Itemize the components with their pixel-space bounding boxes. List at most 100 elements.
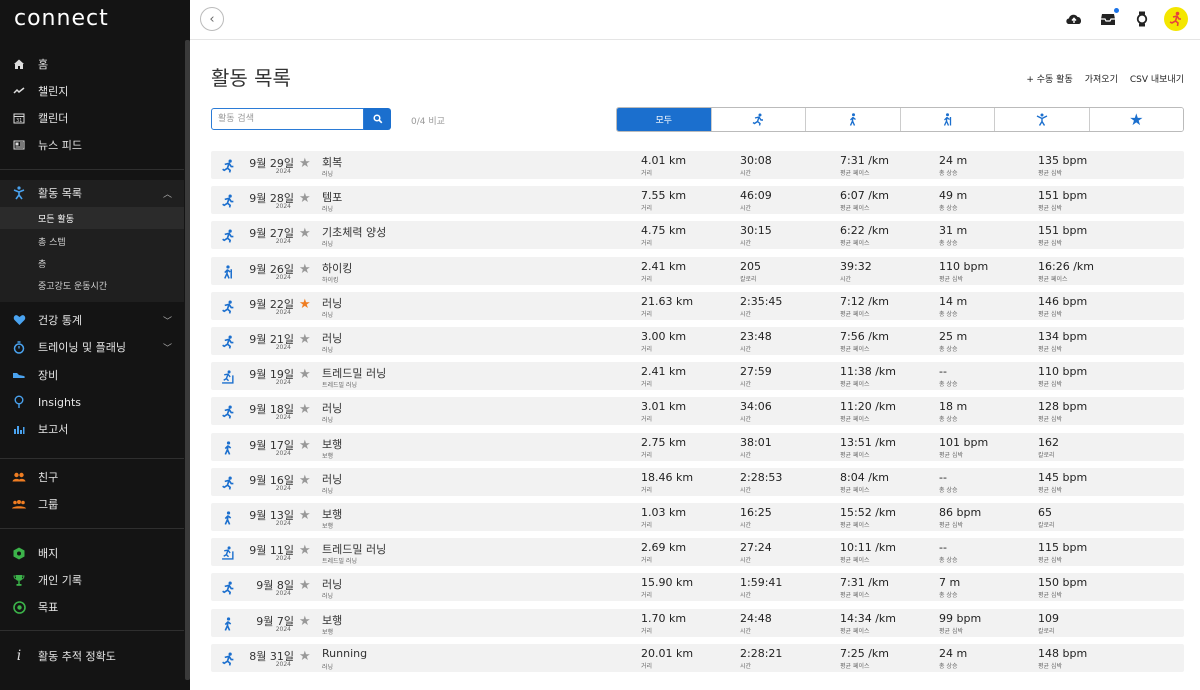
favorite-star-icon[interactable]: ★ (299, 614, 311, 629)
favorite-star-icon[interactable]: ★ (299, 297, 311, 312)
activity-row[interactable]: 9월 13일 2024 ★ 보행 보행 1.03 km 거리 16:25 시간 15:52 /km… (211, 503, 1184, 531)
favorite-star-icon[interactable]: ★ (299, 579, 311, 593)
activity-stat: 14:34 /km 평균 페이스 (840, 612, 896, 635)
connect-logo[interactable]: connect (14, 6, 109, 31)
stat-value: 39:32 (840, 259, 872, 273)
activity-name-link[interactable]: 러닝 (322, 471, 342, 487)
search-box (211, 108, 391, 130)
sidebar-item-groups[interactable]: 그룹 (0, 491, 184, 517)
sidebar-item-goals[interactable]: 목표 (0, 594, 184, 620)
sidebar-item-label: 활동 추적 정확도 (38, 650, 116, 663)
filter-running[interactable] (711, 108, 806, 131)
favorite-star-icon[interactable]: ★ (299, 473, 311, 488)
search-input[interactable] (211, 108, 364, 130)
activity-name-link[interactable]: 하이킹 (322, 260, 352, 276)
sidebar-item-activities[interactable]: 활동 목록 ︿ (0, 180, 184, 206)
favorite-star-icon[interactable]: ★ (299, 227, 311, 241)
sidebar-item-personal-records[interactable]: 개인 기록 (0, 567, 184, 593)
activity-row[interactable]: 9월 19일 2024 ★ 트레드밀 러닝 트레드밀 러닝 2.41 km 거리 27:59 시… (211, 362, 1184, 391)
filter-walking[interactable] (806, 108, 901, 131)
stat-value: 38:01 (740, 435, 772, 449)
activity-row[interactable]: 9월 21일 2024 ★ 러닝 러닝 3.00 km 거리 23:48 시간 7:56 /km 평… (211, 327, 1184, 355)
csv-export-link[interactable]: CSV 내보내기 (1130, 72, 1184, 85)
favorite-star-icon[interactable]: ★ (299, 368, 311, 382)
activity-row[interactable]: 9월 16일 2024 ★ 러닝 러닝 18.46 km 거리 2:28:53 시간 8:04 /… (211, 467, 1184, 496)
avatar[interactable] (1164, 7, 1188, 31)
import-link[interactable]: 가져오기 (1085, 72, 1118, 85)
activity-stat: 151 bpm 평균 심박 (1038, 189, 1087, 212)
activity-row[interactable]: 8월 31일 2024 ★ Running 러닝 20.01 km 거리 2:28:21 시간 7… (211, 643, 1184, 672)
stat-value: 14:34 /km (840, 611, 896, 625)
activity-row[interactable]: 9월 27일 2024 ★ 기초체력 양성 러닝 4.75 km 거리 30:15 시간 6:22… (211, 221, 1184, 250)
sidebar-item-home[interactable]: 홈 (0, 51, 184, 77)
activity-row[interactable]: 9월 22일 2024 ★ 러닝 러닝 21.63 km 거리 2:35:45 시간 7:12 /… (211, 291, 1184, 320)
activity-row[interactable]: 9월 8일 2024 ★ 러닝 러닝 15.90 km 거리 1:59:41 시간 7:31 /k… (211, 573, 1184, 602)
filter-favorites[interactable]: ★ (1089, 108, 1183, 131)
sidebar-subitem-floors[interactable]: 층 (0, 252, 184, 274)
activity-row[interactable]: 9월 29일 2024 ★ 회복 러닝 4.01 km 거리 30:08 시간 7:31 /km 평… (211, 151, 1184, 179)
sidebar-subitem-all-activities[interactable]: 모든 활동 (0, 207, 184, 229)
search-button[interactable] (364, 108, 391, 130)
activity-name-link[interactable]: 보행 (322, 612, 342, 628)
favorite-star-icon[interactable]: ★ (299, 262, 311, 277)
sidebar-item-badges[interactable]: 배지 (0, 540, 184, 566)
filter-other[interactable] (995, 108, 1090, 131)
activity-row[interactable]: 9월 17일 2024 ★ 보행 보행 2.75 km 거리 38:01 시간 13:51 /km… (211, 432, 1184, 461)
sidebar-item-label: 건강 통계 (38, 314, 82, 327)
favorite-star-icon[interactable]: ★ (299, 649, 311, 664)
activity-stat: 49 m 총 상승 (939, 189, 967, 212)
activity-row[interactable]: 9월 7일 2024 ★ 보행 보행 1.70 km 거리 24:48 시간 14:34 /km 평… (211, 608, 1184, 637)
filter-hiking[interactable] (900, 108, 995, 131)
activity-name-link[interactable]: 보행 (322, 436, 342, 452)
activity-stat: 15:52 /km 평균 페이스 (840, 506, 896, 529)
watch-icon[interactable] (1132, 9, 1152, 29)
sidebar-item-tracking-accuracy[interactable]: i 활동 추적 정확도 (0, 643, 184, 669)
sidebar-scrollbar[interactable] (185, 40, 190, 680)
manual-activity-link[interactable]: + 수동 활동 (1026, 72, 1072, 85)
activity-name-link[interactable]: 보행 (322, 506, 342, 522)
favorite-star-icon[interactable]: ★ (299, 438, 311, 453)
activity-name-link[interactable]: 러닝 (322, 330, 342, 346)
sidebar-item-challenge[interactable]: 챌린지 (0, 78, 184, 104)
stat-label: 거리 (641, 381, 653, 389)
activity-row[interactable]: 9월 11일 2024 ★ 트레드밀 러닝 트레드밀 러닝 2.69 km 거리 27:24 시… (211, 538, 1184, 567)
upload-cloud-icon[interactable] (1064, 9, 1084, 29)
activity-stat: -- 총 상승 (939, 541, 957, 564)
sidebar-item-insights[interactable]: Insights (0, 389, 184, 415)
favorite-star-icon[interactable]: ★ (299, 509, 311, 523)
sidebar-item-gear[interactable]: 장비 (0, 362, 184, 388)
back-button[interactable]: ‹ (200, 7, 224, 31)
filter-all[interactable]: 모두 (617, 108, 712, 131)
sidebar-subitem-intensity-minutes[interactable]: 중고강도 운동시간 (0, 274, 184, 296)
activity-row[interactable]: 9월 18일 2024 ★ 러닝 러닝 3.01 km 거리 34:06 시간 11:20 /km… (211, 397, 1184, 426)
sidebar-item-reports[interactable]: 보고서 (0, 416, 184, 442)
sidebar-subitem-steps[interactable]: 총 스텝 (0, 230, 184, 252)
activity-type: 러닝 (322, 206, 334, 214)
activity-name-link[interactable]: 기초체력 양성 (322, 224, 386, 240)
activity-stat: 7:25 /km 평균 페이스 (840, 647, 889, 670)
activity-row[interactable]: 9월 26일 2024 ★ 하이킹 하이킹 2.41 km 거리 205 칼로리 39:32 시간 1… (211, 256, 1184, 285)
stat-value: 7.55 km (641, 189, 687, 203)
activity-name-link[interactable]: 러닝 (322, 400, 342, 416)
sidebar-item-friends[interactable]: 친구 (0, 464, 184, 490)
stat-value: 151 bpm (1038, 189, 1088, 203)
activity-name-link[interactable]: Running (322, 647, 367, 660)
sidebar-item-news-feed[interactable]: 뉴스 피드 (0, 132, 184, 158)
activity-row[interactable]: 9월 28일 2024 ★ 템포 러닝 7.55 km 거리 46:09 시간 6:07 /km 평… (211, 186, 1184, 215)
favorite-star-icon[interactable]: ★ (299, 544, 311, 558)
activity-name-link[interactable]: 러닝 (322, 576, 342, 592)
sidebar-item-training[interactable]: 트레이닝 및 플래닝 ﹀ (0, 334, 184, 360)
activity-name-link[interactable]: 회복 (322, 154, 342, 170)
activity-name-link[interactable]: 러닝 (322, 295, 342, 311)
favorite-star-icon[interactable]: ★ (299, 333, 311, 347)
activity-name-link[interactable]: 트레드밀 러닝 (322, 365, 386, 381)
stat-value: 49 m (939, 189, 968, 203)
sidebar-item-calendar[interactable]: 31 캘린더 (0, 105, 184, 131)
activity-name-link[interactable]: 템포 (322, 189, 342, 205)
favorite-star-icon[interactable]: ★ (299, 157, 311, 171)
sidebar-item-health-stats[interactable]: 건강 통계 ﹀ (0, 307, 184, 333)
inbox-icon[interactable] (1098, 8, 1119, 29)
favorite-star-icon[interactable]: ★ (299, 192, 311, 206)
activity-name-link[interactable]: 트레드밀 러닝 (322, 541, 386, 557)
favorite-star-icon[interactable]: ★ (299, 403, 311, 417)
